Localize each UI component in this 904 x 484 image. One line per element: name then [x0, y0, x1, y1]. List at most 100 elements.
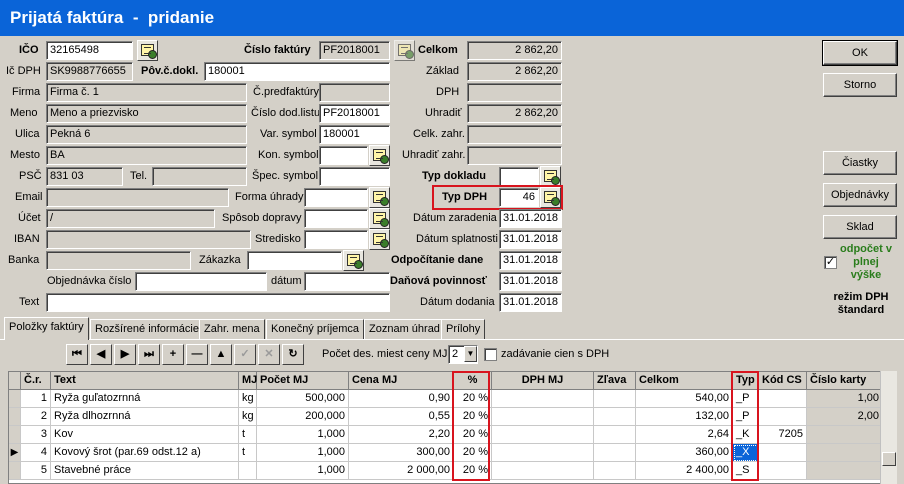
column-header-pocet-mj[interactable]: Počet MJ	[257, 372, 349, 390]
table-cell-celkom[interactable]: 360,00	[636, 444, 733, 462]
table-cell-dph[interactable]	[492, 444, 594, 462]
next-record-button[interactable]: ▶	[114, 344, 136, 365]
dph-prices-checkbox[interactable]	[484, 348, 497, 361]
table-cell-text[interactable]: Ryža dlhozrnná	[51, 408, 239, 426]
zakazka-field[interactable]	[247, 251, 342, 270]
table-cell-cr[interactable]: 5	[21, 462, 51, 480]
prev-record-button[interactable]: ◀	[90, 344, 112, 365]
table-cell-cr[interactable]: 3	[21, 426, 51, 444]
last-record-button[interactable]: ⏭	[138, 344, 160, 365]
datum-splatnosti-field[interactable]: 31.01.2018	[499, 230, 562, 249]
table-cell-zlava[interactable]	[594, 408, 636, 426]
decimals-select[interactable]: 2 ▼	[448, 345, 478, 364]
table-cell-cena[interactable]: 2 000,00	[349, 462, 454, 480]
row-indicator[interactable]	[9, 462, 21, 480]
odpocet-checkbox[interactable]: ✓	[824, 256, 837, 269]
firma-field[interactable]: Firma č. 1	[46, 83, 247, 102]
table-cell-typ[interactable]: _P	[733, 408, 759, 426]
table-cell-typ[interactable]: _P	[733, 390, 759, 408]
table-cell-pocet[interactable]: 200,000	[257, 408, 349, 426]
cislo-dod-listu-field[interactable]: PF2018001	[319, 104, 390, 123]
table-cell-dph[interactable]	[492, 426, 594, 444]
table-cell-text[interactable]: Stavebné práce	[51, 462, 239, 480]
pov-c-dokl-field[interactable]: 180001	[204, 62, 390, 81]
column-header-cislo-karty[interactable]: Číslo karty	[807, 372, 883, 390]
tel-field[interactable]	[152, 167, 247, 186]
danova-povinnost-field[interactable]: 31.01.2018	[499, 272, 562, 291]
table-cell-typ[interactable]: _X	[733, 444, 759, 462]
meno-field[interactable]: Meno a priezvisko	[46, 104, 247, 123]
table-cell-zlava[interactable]	[594, 462, 636, 480]
tab-rozsirene-informacie[interactable]: Rozšírené informácie	[90, 319, 204, 339]
datum-dodania-field[interactable]: 31.01.2018	[499, 293, 562, 312]
table-cell-dph[interactable]	[492, 390, 594, 408]
odpocitanie-dane-field[interactable]: 31.01.2018	[499, 251, 562, 270]
table-cell-kod[interactable]	[759, 390, 807, 408]
row-indicator[interactable]	[9, 390, 21, 408]
column-header-text[interactable]: Text	[51, 372, 239, 390]
column-header-zlava[interactable]: Zľava	[594, 372, 636, 390]
kon-symbol-field[interactable]	[319, 146, 368, 165]
sposob-dopravy-field[interactable]	[304, 209, 368, 228]
table-cell-karta[interactable]: 1,00	[807, 390, 883, 408]
table-cell-pocet[interactable]: 1,000	[257, 462, 349, 480]
table-cell-kod[interactable]	[759, 408, 807, 426]
table-scrollbar[interactable]	[880, 371, 897, 484]
banka-field[interactable]	[46, 251, 191, 270]
ciastky-button[interactable]: Čiastky	[823, 151, 897, 175]
email-field[interactable]	[46, 188, 229, 207]
datum-zaradenia-field[interactable]: 31.01.2018	[499, 209, 562, 228]
edit-row-button[interactable]: ▲	[210, 344, 232, 365]
table-cell-karta[interactable]: 2,00	[807, 408, 883, 426]
table-cell-cena[interactable]: 0,90	[349, 390, 454, 408]
cislo-faktury-lookup-button[interactable]	[394, 40, 415, 61]
typ-dph-lookup-button[interactable]	[540, 187, 561, 208]
ic-dph-field[interactable]: SK9988776655	[46, 62, 133, 81]
ico-field[interactable]: 32165498	[46, 41, 133, 60]
scrollbar-thumb[interactable]	[882, 452, 896, 466]
column-header-percent[interactable]: %	[454, 372, 492, 390]
table-cell-kod[interactable]: 7205	[759, 426, 807, 444]
storno-button[interactable]: Storno	[823, 73, 897, 97]
table-cell-kod[interactable]	[759, 444, 807, 462]
tab-zahr-mena[interactable]: Zahr. mena	[199, 319, 265, 339]
table-cell-cena[interactable]: 2,20	[349, 426, 454, 444]
row-indicator[interactable]	[9, 426, 21, 444]
column-header-typ[interactable]: Typ	[733, 372, 759, 390]
cancel-row-button[interactable]: ✕	[258, 344, 280, 365]
first-record-button[interactable]: ⏮	[66, 344, 88, 365]
iban-field[interactable]	[46, 230, 251, 249]
table-cell-celkom[interactable]: 2 400,00	[636, 462, 733, 480]
column-header-cena-mj[interactable]: Cena MJ	[349, 372, 454, 390]
table-cell-zlava[interactable]	[594, 426, 636, 444]
table-cell-pocet[interactable]: 500,000	[257, 390, 349, 408]
column-header-kod-cs[interactable]: Kód CS	[759, 372, 807, 390]
table-cell-mj[interactable]: kg	[239, 408, 257, 426]
ok-button[interactable]: OK	[822, 40, 898, 66]
table-cell-zlava[interactable]	[594, 390, 636, 408]
chevron-down-icon[interactable]: ▼	[464, 346, 477, 362]
table-cell-pct[interactable]: 20 %	[454, 390, 492, 408]
table-cell-karta[interactable]	[807, 426, 883, 444]
sposob-dopravy-lookup-button[interactable]	[369, 208, 390, 229]
typ-dph-field[interactable]: 46	[499, 188, 539, 207]
zakazka-lookup-button[interactable]	[343, 250, 364, 271]
table-cell-pct[interactable]: 20 %	[454, 426, 492, 444]
table-cell-pocet[interactable]: 1,000	[257, 426, 349, 444]
stredisko-field[interactable]	[304, 230, 368, 249]
ulica-field[interactable]: Pekná 6	[46, 125, 247, 144]
tab-polozky-faktury[interactable]: Položky faktúry	[4, 317, 89, 340]
var-symbol-field[interactable]: 180001	[319, 125, 390, 144]
delete-row-button[interactable]: —	[186, 344, 208, 365]
row-indicator[interactable]: ▶	[9, 444, 21, 462]
table-cell-text[interactable]: Ryža guľatozrnná	[51, 390, 239, 408]
kon-symbol-lookup-button[interactable]	[369, 145, 390, 166]
table-cell-karta[interactable]	[807, 444, 883, 462]
table-cell-dph[interactable]	[492, 462, 594, 480]
table-cell-pct[interactable]: 20 %	[454, 408, 492, 426]
table-cell-text[interactable]: Kovový šrot (par.69 odst.12 a)	[51, 444, 239, 462]
ucet-field[interactable]: /	[46, 209, 215, 228]
table-cell-cena[interactable]: 0,55	[349, 408, 454, 426]
table-cell-typ[interactable]: _S	[733, 462, 759, 480]
typ-dokladu-field[interactable]	[499, 167, 539, 186]
